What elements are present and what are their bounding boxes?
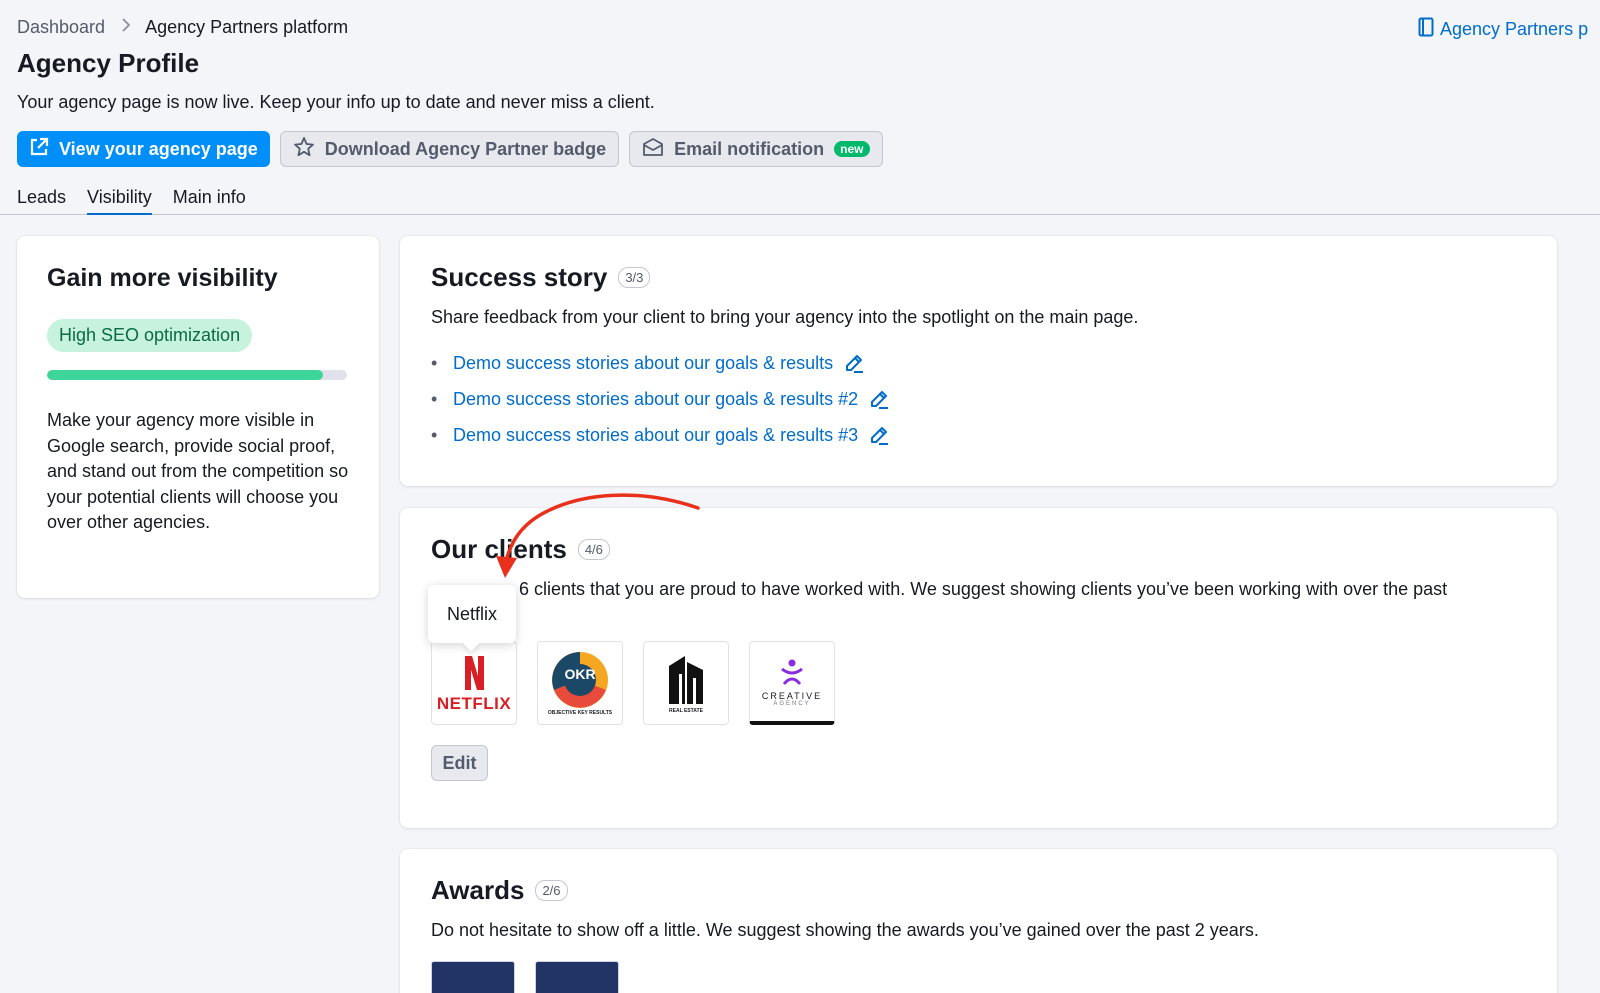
edit-clients-button[interactable]: Edit: [431, 745, 488, 781]
bullet: •: [431, 352, 438, 373]
success-story-list: • Demo success stories about our goals &…: [431, 345, 1526, 453]
bullet: •: [431, 424, 438, 445]
email-notification-button[interactable]: Email notification new: [629, 131, 883, 167]
visibility-card-title: Gain more visibility: [47, 264, 278, 292]
bullet: •: [431, 388, 438, 409]
action-bar: View your agency page Download Agency Pa…: [17, 131, 883, 167]
awards-count: 2/6: [535, 880, 568, 901]
awards-title: Awards: [431, 875, 525, 905]
visibility-progress-bar: [47, 370, 347, 380]
clients-description: 6 clients that you are proud to have wor…: [519, 579, 1448, 599]
clients-count: 4/6: [577, 539, 610, 560]
tab-visibility[interactable]: Visibility: [87, 180, 152, 215]
okr-logo-icon: [552, 652, 608, 708]
awards-description: Do not hesitate to show off a little. We…: [431, 920, 1259, 940]
success-story-count: 3/3: [618, 267, 651, 288]
tab-leads[interactable]: Leads: [17, 180, 66, 215]
success-story-header: Success story 3/3: [431, 262, 1526, 293]
breadcrumb-current: Agency Partners platform: [145, 17, 349, 37]
success-story-link[interactable]: Demo success stories about our goals & r…: [453, 425, 858, 446]
success-story-card: Success story 3/3 Share feedback from yo…: [400, 236, 1557, 486]
page-subtitle: Your agency page is now live. Keep your …: [17, 92, 655, 112]
netflix-wordmark: NETFLIX: [436, 694, 512, 713]
view-agency-page-label: View your agency page: [59, 138, 258, 159]
success-story-link[interactable]: Demo success stories about our goals & r…: [453, 353, 833, 374]
list-item: • Demo success stories about our goals &…: [431, 381, 1526, 417]
agency-partners-link-label: Agency Partners p: [1440, 19, 1589, 39]
pencil-icon[interactable]: [868, 388, 890, 410]
agency-partners-link[interactable]: Agency Partners p: [1418, 17, 1588, 42]
external-link-icon: [29, 137, 49, 162]
page-title: Agency Profile: [17, 48, 200, 78]
success-story-link[interactable]: Demo success stories about our goals & r…: [453, 389, 858, 410]
client-logo-list: NETFLIX OKR OBJECTIVE KEY RESULTS REAL E…: [431, 641, 1526, 725]
okr-logo-mark: OKR: [564, 666, 596, 682]
download-badge-label: Download Agency Partner badge: [324, 138, 607, 159]
seo-status-tag: High SEO optimization: [47, 319, 253, 352]
clients-header: Our clients 4/6: [431, 534, 1526, 565]
client-logo-okr[interactable]: OKR OBJECTIVE KEY RESULTS: [537, 641, 623, 725]
breadcrumb-dashboard-link[interactable]: Dashboard: [17, 17, 105, 38]
real-estate-caption: REAL ESTATE: [669, 708, 703, 714]
envelope-icon: [642, 137, 664, 162]
creative-agency-subtext: AGENCY: [773, 700, 811, 707]
netflix-tooltip: Netflix: [428, 585, 516, 643]
award-tile[interactable]: [431, 961, 515, 993]
client-logo-netflix[interactable]: NETFLIX: [431, 641, 517, 725]
creative-agency-wordmark: CREATIVE: [761, 690, 823, 701]
visibility-progress-fill: [47, 370, 323, 380]
clients-title: Our clients: [431, 534, 567, 564]
success-story-title: Success story: [431, 262, 608, 292]
client-logo-creative-agency[interactable]: CREATIVE AGENCY: [749, 641, 835, 725]
person-logo-icon: [781, 659, 803, 685]
client-logo-real-estate[interactable]: REAL ESTATE: [643, 641, 729, 725]
view-agency-page-button[interactable]: View your agency page: [17, 131, 270, 167]
visibility-card: Gain more visibility High SEO optimizati…: [17, 236, 379, 598]
award-tile[interactable]: [535, 961, 619, 993]
download-badge-button[interactable]: Download Agency Partner badge: [279, 131, 620, 167]
okr-logo-caption: OBJECTIVE KEY RESULTS: [547, 710, 613, 716]
success-story-description: Share feedback from your client to bring…: [431, 307, 1139, 327]
tab-main-info[interactable]: Main info: [173, 180, 246, 215]
pencil-icon[interactable]: [843, 352, 865, 374]
building-logo-icon: [669, 656, 703, 704]
star-icon: [293, 136, 315, 163]
list-item: • Demo success stories about our goals &…: [431, 417, 1526, 453]
new-badge: new: [834, 141, 870, 157]
breadcrumb: Dashboard Agency Partners platform: [17, 17, 348, 38]
list-item: • Demo success stories about our goals &…: [431, 345, 1526, 381]
email-notification-label: Email notification: [674, 138, 825, 159]
visibility-card-description: Make your agency more visible in Google …: [47, 410, 349, 532]
book-icon: [1418, 17, 1434, 42]
chevron-right-icon: [121, 18, 131, 37]
clients-card: Our clients 4/6 6 clients that you are p…: [400, 508, 1557, 828]
awards-card: Awards 2/6 Do not hesitate to show off a…: [400, 849, 1557, 993]
pencil-icon[interactable]: [868, 424, 890, 446]
awards-header: Awards 2/6: [431, 875, 1526, 906]
tab-bar: Leads Visibility Main info: [0, 180, 1600, 215]
award-list: [431, 961, 1526, 993]
